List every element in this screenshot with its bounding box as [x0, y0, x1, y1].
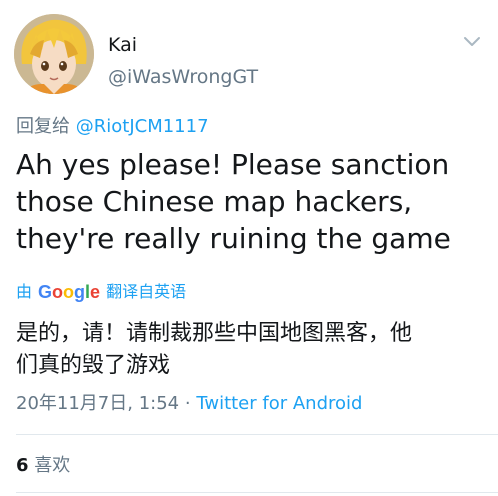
reply-mention-link[interactable]: @RiotJCM1117: [76, 116, 209, 137]
likes-stat[interactable]: 6 喜欢: [16, 454, 70, 478]
anime-avatar-icon: [14, 14, 94, 94]
translated-by-prefix: 由: [16, 282, 33, 301]
reply-prefix: 回复给: [16, 116, 70, 137]
reply-context: 回复给 @RiotJCM1117: [16, 116, 209, 138]
divider: [16, 492, 498, 493]
translated-by[interactable]: 由 Google 翻译自英语: [16, 281, 186, 303]
google-logo: Google: [38, 282, 101, 302]
likes-count: 6: [16, 455, 29, 476]
tweet-card: Kai @iWasWrongGT 回复给 @RiotJCM1117 Ah yes…: [0, 0, 498, 496]
chevron-down-icon[interactable]: [462, 34, 482, 50]
tweet-text: Ah yes please! Please sanction those Chi…: [16, 148, 451, 255]
meta-separator: ·: [184, 393, 191, 414]
user-handle[interactable]: @iWasWrongGT: [108, 66, 258, 88]
tweet-timestamp[interactable]: 20年11月7日, 1:54: [16, 393, 179, 414]
tweet-meta: 20年11月7日, 1:54 · Twitter for Android: [16, 392, 362, 416]
likes-label: 喜欢: [34, 455, 71, 476]
tweet-source-link[interactable]: Twitter for Android: [196, 393, 362, 414]
divider: [16, 434, 498, 435]
display-name[interactable]: Kai: [108, 34, 137, 56]
avatar[interactable]: [14, 14, 94, 94]
translated-text: 是的，请！请制裁那些中国地图黑客，他 们真的毁了游戏: [16, 321, 413, 378]
translated-by-suffix: 翻译自英语: [106, 282, 187, 301]
